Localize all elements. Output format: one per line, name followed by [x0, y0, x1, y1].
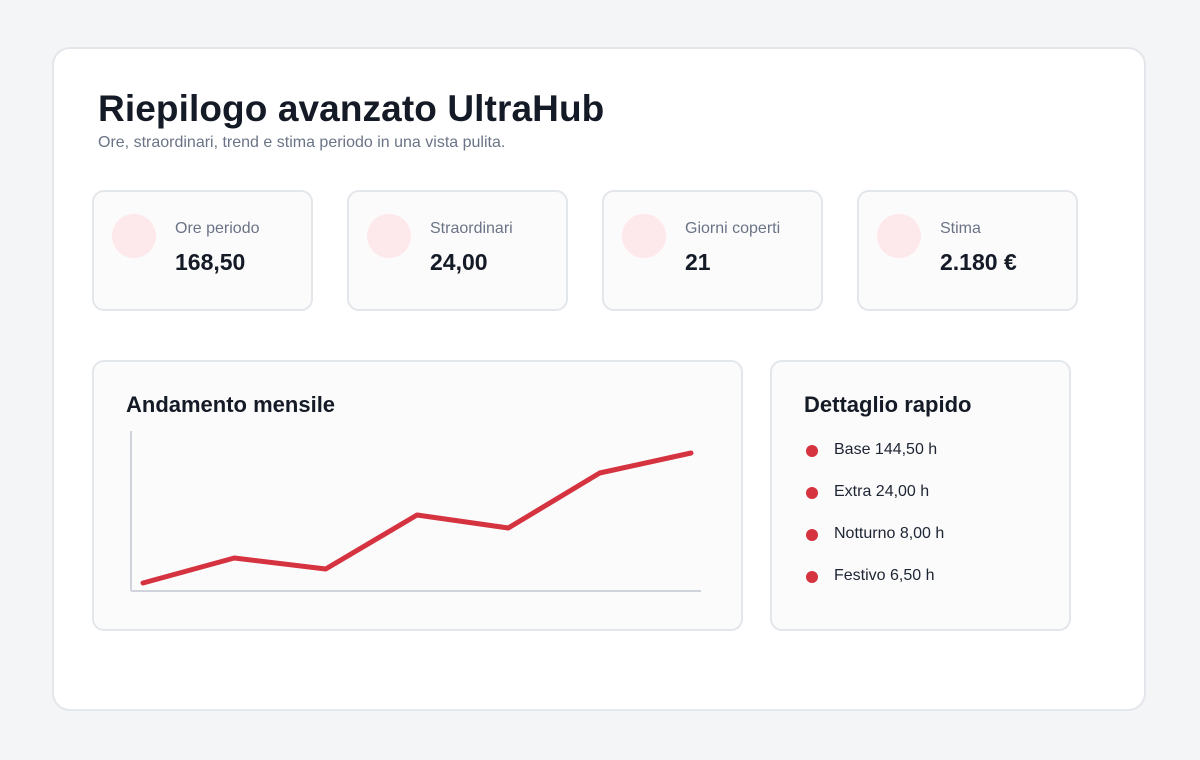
detail-item-text: Base 144,50 h [834, 441, 938, 458]
kpi-label: Straordinari [430, 220, 513, 237]
bullet-dot-icon [806, 487, 818, 499]
kpi-value: 21 [685, 249, 711, 275]
detail-item-festivo: Festivo 6,50 h [806, 566, 944, 608]
chart-series-line [140, 450, 694, 586]
detail-card: Dettaglio rapido Base 144,50 h Extra 24,… [770, 360, 1071, 631]
bullet-dot-icon [806, 529, 818, 541]
kpi-dot-icon [622, 214, 666, 258]
detail-item-base: Base 144,50 h [806, 440, 944, 482]
page-title: Riepilogo avanzato UltraHub [98, 88, 605, 129]
kpi-value: 24,00 [430, 249, 488, 275]
detail-item-extra: Extra 24,00 h [806, 482, 944, 524]
kpi-card-giorni-coperti: Giorni coperti 21 [602, 190, 823, 311]
detail-item-notturno: Notturno 8,00 h [806, 524, 944, 566]
detail-title: Dettaglio rapido [804, 392, 972, 417]
kpi-label: Ore periodo [175, 220, 260, 237]
kpi-value: 168,50 [175, 249, 246, 275]
detail-list: Base 144,50 h Extra 24,00 h Notturno 8,0… [806, 440, 944, 608]
kpi-value: 2.180 € [940, 249, 1017, 275]
kpi-card-ore-periodo: Ore periodo 168,50 [92, 190, 313, 311]
kpi-label: Giorni coperti [685, 220, 781, 237]
page-subtitle: Ore, straordinari, trend e stima periodo… [98, 134, 506, 151]
bullet-dot-icon [806, 445, 818, 457]
kpi-card-straordinari: Straordinari 24,00 [347, 190, 568, 311]
kpi-card-stima: Stima 2.180 € [857, 190, 1078, 311]
bullet-dot-icon [806, 571, 818, 583]
kpi-dot-icon [877, 214, 921, 258]
detail-item-text: Festivo 6,50 h [834, 567, 935, 584]
detail-item-text: Extra 24,00 h [834, 483, 930, 500]
kpi-label: Stima [940, 220, 981, 237]
detail-item-text: Notturno 8,00 h [834, 525, 945, 542]
trend-chart [130, 431, 701, 592]
kpi-dot-icon [112, 214, 156, 258]
kpi-dot-icon [367, 214, 411, 258]
trend-card: Andamento mensile [92, 360, 743, 631]
